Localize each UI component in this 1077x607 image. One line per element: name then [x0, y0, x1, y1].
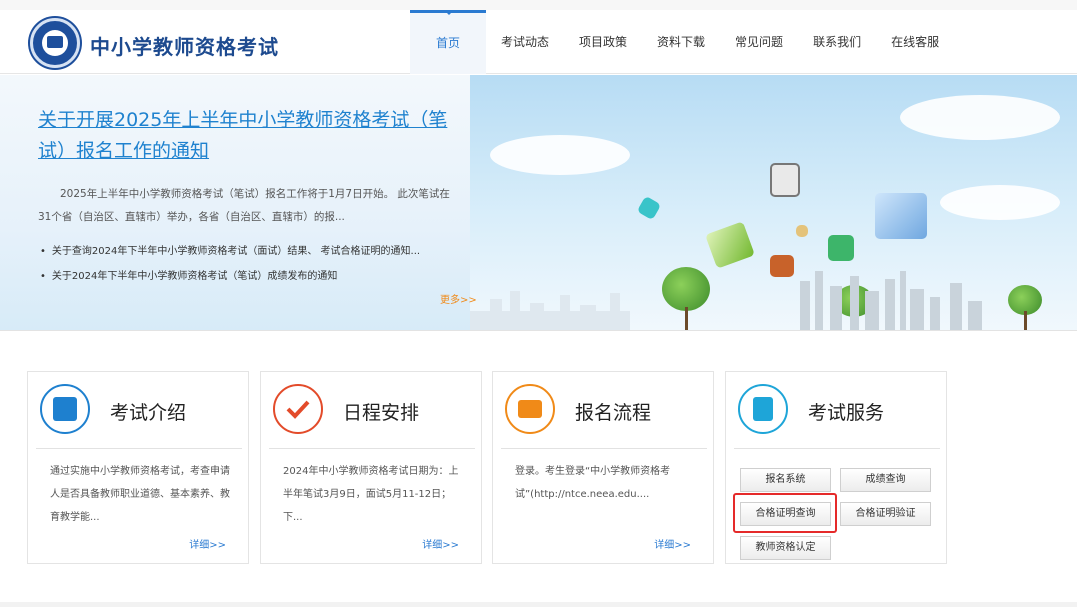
card-detail-link[interactable]: 详细>> [189, 536, 226, 551]
floating-cube-icon [705, 221, 755, 269]
city-skyline-icon [470, 271, 982, 330]
card-exam-intro: 考试介绍 通过实施中小学教师资格考试，考查申请人是否具备教师职业道德、基本素养、… [27, 371, 249, 564]
nav-faq[interactable]: 常见问题 [720, 10, 798, 74]
card-divider [501, 448, 707, 449]
registration-icon [505, 384, 555, 434]
news-item[interactable]: 关于查询2024年下半年中小学教师资格考试（面试）结果、 考试合格证明的通知..… [40, 239, 470, 264]
card-title[interactable]: 报名流程 [575, 398, 651, 425]
news-banner: 关于开展2025年上半年中小学教师资格考试（笔试）报名工作的通知 2025年上半… [0, 75, 1077, 331]
floating-cube-icon [828, 235, 854, 261]
nav-contact[interactable]: 联系我们 [798, 10, 876, 74]
footer-strip [0, 602, 1077, 607]
site-title[interactable]: 中小学教师资格考试 [90, 31, 279, 60]
news-item[interactable]: 关于2024年下半年中小学教师资格考试（笔试）成绩发布的通知 [40, 264, 470, 289]
card-detail-link[interactable]: 详细>> [654, 536, 691, 551]
certificate-verify-button[interactable]: 合格证明验证 [840, 502, 931, 526]
floating-cube-icon [636, 195, 662, 221]
card-detail-link[interactable]: 详细>> [422, 536, 459, 551]
book-emblem-icon [42, 30, 68, 56]
card-schedule: 日程安排 2024年中小学教师资格考试日期为：上半年笔试3月9日，面试5月11-… [260, 371, 482, 564]
exam-intro-icon [40, 384, 90, 434]
card-text: 通过实施中小学教师资格考试，考查申请人是否具备教师职业道德、基本素养、教育教学能… [50, 466, 230, 523]
highlight-box [733, 493, 837, 533]
site-logo[interactable] [30, 18, 80, 68]
check-icon [273, 384, 323, 434]
nav-home[interactable]: 首页 [410, 10, 486, 74]
card-registration: 报名流程 登录。考生登录“中小学教师资格考试”(http://ntce.neea… [492, 371, 714, 564]
header-top-strip [0, 0, 1077, 10]
floating-cube-icon [875, 193, 927, 239]
card-divider [734, 448, 940, 449]
headline-summary: 2025年上半年中小学教师资格考试（笔试）报名工作将于1月7日开始。 此次笔试在… [38, 188, 450, 223]
site-header: 中小学教师资格考试 首页 考试动态 项目政策 资料下载 常见问题 联系我们 在线… [0, 0, 1077, 74]
score-query-button[interactable]: 成绩查询 [840, 468, 931, 492]
main-nav: 首页 考试动态 项目政策 资料下载 常见问题 联系我们 在线客服 [410, 10, 954, 74]
nav-policy[interactable]: 项目政策 [564, 10, 642, 74]
registration-system-button[interactable]: 报名系统 [740, 468, 831, 492]
card-text: 2024年中小学教师资格考试日期为：上半年笔试3月9日，面试5月11-12日；下… [283, 466, 459, 523]
card-title[interactable]: 日程安排 [343, 398, 419, 425]
floating-cube-icon [770, 163, 800, 197]
nav-exam-news[interactable]: 考试动态 [486, 10, 564, 74]
cloud-shape [490, 135, 630, 175]
headline-link[interactable]: 关于开展2025年上半年中小学教师资格考试（笔试）报名工作的通知 [38, 105, 468, 167]
nav-online-service[interactable]: 在线客服 [876, 10, 954, 74]
card-divider [269, 448, 475, 449]
more-news-link[interactable]: 更多>> [440, 291, 477, 306]
card-text: 登录。考生登录“中小学教师资格考试”(http://ntce.neea.edu.… [515, 466, 671, 500]
card-divider [36, 448, 242, 449]
contact-book-icon [738, 384, 788, 434]
cloud-shape [940, 185, 1060, 220]
card-title[interactable]: 考试介绍 [110, 398, 186, 425]
nav-downloads[interactable]: 资料下载 [642, 10, 720, 74]
floating-cube-icon [796, 225, 808, 237]
cloud-shape [900, 95, 1060, 140]
teacher-certification-button[interactable]: 教师资格认定 [740, 536, 831, 560]
news-list: 关于查询2024年下半年中小学教师资格考试（面试）结果、 考试合格证明的通知..… [40, 239, 470, 289]
card-title[interactable]: 考试服务 [808, 398, 884, 425]
